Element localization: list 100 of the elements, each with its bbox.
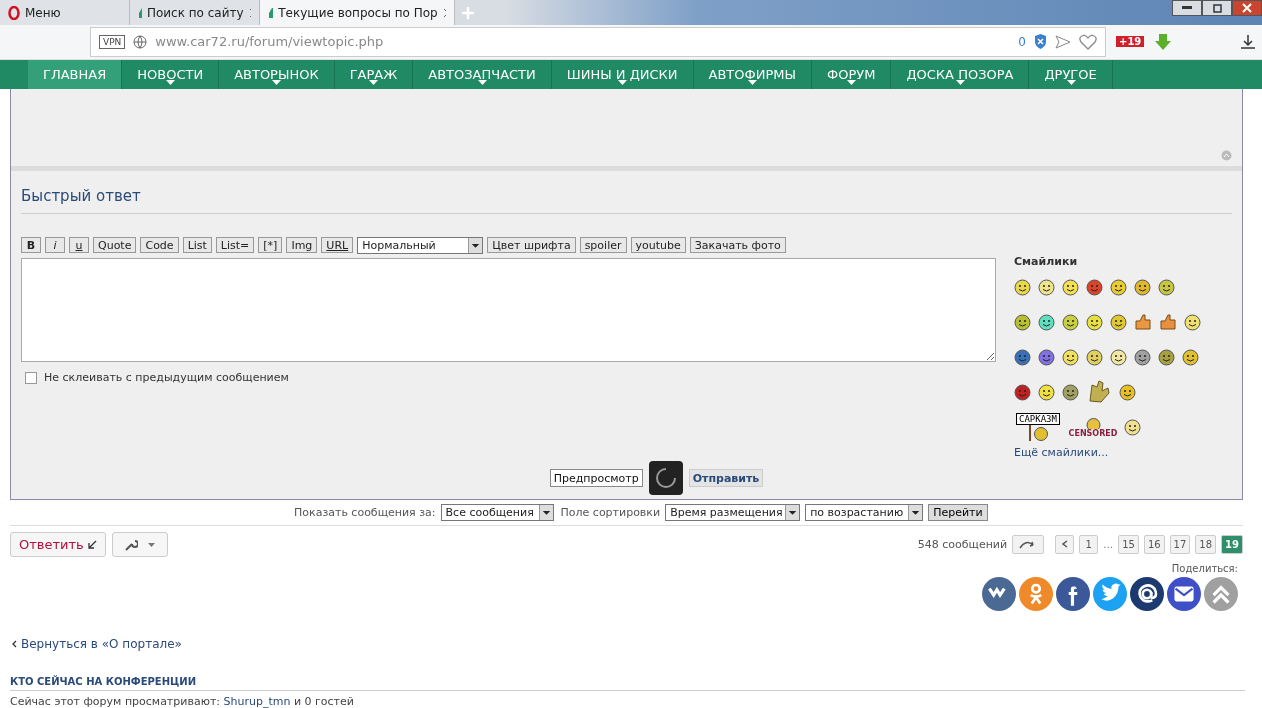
- address-bar[interactable]: VPN www.car72.ru/forum/viewtopic.php 0: [90, 26, 1106, 57]
- format-button[interactable]: Code: [140, 237, 179, 253]
- format-button[interactable]: List=: [215, 237, 255, 253]
- smiley-icon[interactable]: [1086, 278, 1103, 296]
- caret-icon: [369, 80, 379, 85]
- previous-page-button[interactable]: [1055, 535, 1075, 554]
- format-button[interactable]: u: [69, 237, 89, 253]
- format-button[interactable]: Img: [286, 237, 318, 253]
- smiley-icon[interactable]: [1158, 348, 1175, 366]
- url-text: www.car72.ru/forum/viewtopic.php: [155, 34, 385, 50]
- browser-tab[interactable]: Меню: [0, 0, 130, 25]
- tab-title: Текущие вопросы по Пор: [278, 5, 438, 20]
- maximize-button[interactable]: [1202, 0, 1232, 16]
- smiley-icon[interactable]: [1062, 278, 1079, 296]
- download-icon[interactable]: [1240, 33, 1256, 50]
- format-button[interactable]: Цвет шрифта: [487, 237, 576, 253]
- caret-icon: [272, 80, 282, 85]
- smiley-icon[interactable]: [1014, 313, 1031, 331]
- sort-field-select[interactable]: Время размещения: [665, 504, 801, 521]
- checkbox[interactable]: [25, 371, 37, 384]
- caret-icon: [166, 80, 176, 85]
- smiley-icon[interactable]: [1014, 383, 1031, 401]
- thumb-icon[interactable]: [1134, 313, 1152, 331]
- smiley-icon[interactable]: [1110, 348, 1127, 366]
- smiley-icon[interactable]: [1184, 313, 1201, 331]
- smiley-icon[interactable]: [1134, 348, 1151, 366]
- smiley-icon[interactable]: [1119, 383, 1136, 401]
- browser-tab[interactable]: Текущие вопросы по Пор: [260, 0, 455, 25]
- back-link[interactable]: Вернуться в «О портале»: [21, 637, 182, 651]
- smiley-icon[interactable]: [1134, 278, 1151, 296]
- blocked-count: 0: [1018, 34, 1026, 49]
- smiley-icon[interactable]: [1158, 278, 1175, 296]
- envelope-icon[interactable]: [1167, 577, 1201, 611]
- heart-icon[interactable]: [1079, 33, 1097, 50]
- submit-button[interactable]: Отправить: [688, 469, 764, 487]
- smiley-icon[interactable]: [1124, 418, 1141, 436]
- vpn-badge[interactable]: VPN: [99, 34, 126, 49]
- sort-order-select[interactable]: по возрастанию: [805, 504, 924, 521]
- thumb-icon[interactable]: [1159, 313, 1177, 331]
- vk-logo-icon[interactable]: [982, 577, 1016, 611]
- close-button[interactable]: [1232, 0, 1262, 16]
- minimize-button[interactable]: [1172, 0, 1202, 16]
- smiley-icon[interactable]: [1110, 313, 1127, 331]
- period-select[interactable]: Все сообщения: [440, 504, 554, 521]
- share-label: Поделиться:: [1171, 563, 1238, 574]
- smiley-icon[interactable]: [1062, 348, 1079, 366]
- caret-icon: [955, 80, 965, 85]
- format-button[interactable]: i: [45, 237, 65, 253]
- smiley-icon[interactable]: [1062, 383, 1079, 401]
- smiley-icon[interactable]: [1014, 278, 1031, 296]
- clapping-hands-icon[interactable]: [1086, 379, 1112, 405]
- page-button[interactable]: 15: [1118, 535, 1139, 554]
- more-smilies-link[interactable]: Ещё смайлики...: [1014, 446, 1224, 459]
- smiley-icon[interactable]: [1038, 313, 1055, 331]
- format-button[interactable]: Quote: [93, 237, 137, 253]
- show-label: Показать сообщения за:: [294, 506, 436, 519]
- format-button[interactable]: spoiler: [579, 237, 627, 253]
- go-button[interactable]: Перейти: [928, 504, 988, 521]
- maximize-icon: [1212, 3, 1222, 13]
- page-button[interactable]: 17: [1169, 535, 1191, 554]
- smiley-icon[interactable]: [1182, 348, 1199, 366]
- o-logo-icon: [8, 5, 20, 20]
- smiley-icon[interactable]: [1086, 348, 1103, 366]
- censored-smiley-icon[interactable]: CENSORED: [1069, 416, 1117, 438]
- preview-button[interactable]: Предпросмотр: [549, 469, 643, 487]
- loading-spinner-icon: [648, 461, 683, 495]
- at-sign-icon[interactable]: [1130, 577, 1164, 611]
- smiley-icon[interactable]: [1110, 278, 1127, 296]
- smiley-icon[interactable]: [1038, 383, 1055, 401]
- format-button[interactable]: youtube: [630, 237, 686, 253]
- page-button[interactable]: 1: [1079, 535, 1099, 554]
- format-button[interactable]: URL: [321, 237, 354, 253]
- page-button[interactable]: 18: [1195, 535, 1217, 554]
- chevron-left-icon: [12, 640, 17, 648]
- sarcasm-sign-icon[interactable]: САРКАЗМ: [1014, 413, 1062, 441]
- notification-badge[interactable]: +19: [1116, 36, 1145, 48]
- section-title: КТО СЕЙЧАС НА КОНФЕРЕНЦИИ: [10, 676, 1245, 691]
- format-button[interactable]: List: [182, 237, 212, 253]
- message-field[interactable]: [21, 258, 996, 362]
- format-button[interactable]: B: [21, 237, 41, 253]
- smiley-icon[interactable]: [1062, 313, 1079, 331]
- smiley-icon[interactable]: [1086, 313, 1103, 331]
- user-link[interactable]: Shurup_tmn: [223, 695, 291, 708]
- page-button[interactable]: 19: [1221, 535, 1243, 554]
- smiley-icon[interactable]: [1014, 348, 1031, 366]
- format-button[interactable]: [*]: [258, 237, 283, 253]
- facebook-logo-icon[interactable]: [1056, 577, 1090, 611]
- smiley-icon[interactable]: [1038, 348, 1055, 366]
- online-users-text: Сейчас этот форум просматривают: Shurup_tmn и 0 гостей: [10, 695, 355, 708]
- send-icon[interactable]: [1055, 34, 1071, 49]
- shield-icon[interactable]: [1034, 34, 1047, 50]
- reply-button[interactable]: Ответить: [10, 532, 106, 557]
- caret-icon: [847, 80, 857, 85]
- browser-tab[interactable]: Поиск по сайту: [130, 0, 260, 25]
- tools-button[interactable]: [111, 532, 168, 557]
- page-button[interactable]: 16: [1143, 535, 1165, 554]
- smiley-icon[interactable]: [1038, 278, 1055, 296]
- font-size-select[interactable]: Нормальный: [357, 237, 484, 254]
- jump-button[interactable]: [1012, 535, 1045, 554]
- format-button[interactable]: Закачать фото: [689, 237, 786, 253]
